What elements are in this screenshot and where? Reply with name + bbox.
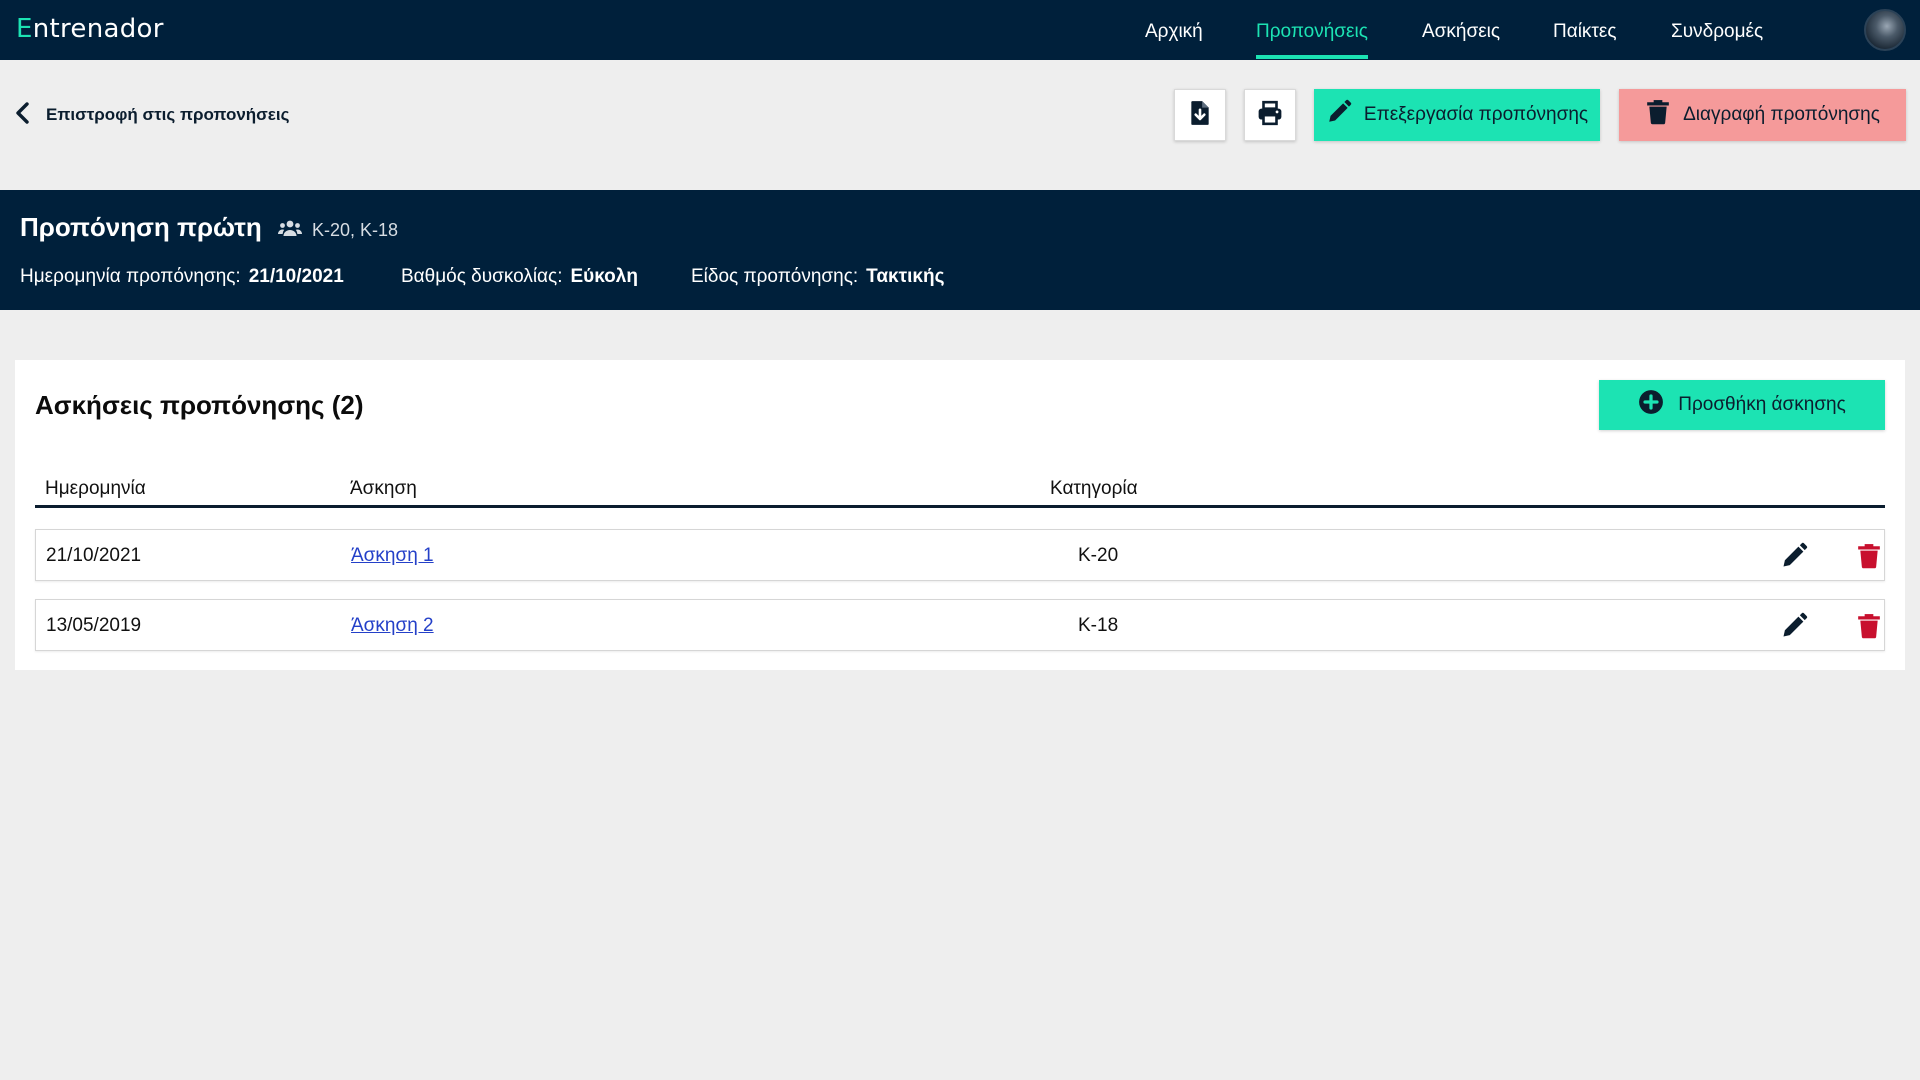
table-row: 13/05/2019 Άσκηση 2 Κ-18 bbox=[35, 599, 1885, 651]
brand-logo-initial: E bbox=[16, 14, 33, 44]
training-difficulty-value: Εύκολη bbox=[570, 266, 638, 287]
add-exercise-label: Προσθήκη άσκησης bbox=[1678, 394, 1846, 415]
column-header-category: Κατηγορία bbox=[1050, 478, 1138, 499]
users-icon bbox=[277, 218, 303, 243]
column-header-date: Ημερομηνία bbox=[45, 478, 146, 499]
training-date-label: Ημερομηνία προπόνησης: bbox=[20, 266, 241, 287]
delete-training-label: Διαγραφή προπόνησης bbox=[1683, 104, 1880, 125]
edit-training-label: Επεξεργασία προπόνησης bbox=[1363, 104, 1589, 125]
exercises-table-header: Ημερομηνία Άσκηση Κατηγορία bbox=[35, 478, 1885, 508]
training-date-value: 21/10/2021 bbox=[248, 266, 344, 287]
edit-exercise-button[interactable] bbox=[1779, 612, 1809, 640]
training-groups: Κ-20, Κ-18 bbox=[277, 218, 399, 243]
training-type-label: Είδος προπόνησης: bbox=[691, 266, 859, 287]
nav-item-home[interactable]: Αρχική bbox=[1145, 0, 1203, 60]
trash-icon bbox=[1856, 544, 1882, 574]
pencil-icon bbox=[1779, 542, 1809, 574]
edit-exercise-button[interactable] bbox=[1779, 542, 1809, 570]
exercises-card: Ασκήσεις προπόνησης (2) Προσθήκη άσκησης… bbox=[15, 360, 1905, 670]
edit-training-button[interactable]: Επεξεργασία προπόνησης bbox=[1314, 89, 1600, 141]
column-header-exercise: Άσκηση bbox=[350, 478, 417, 499]
nav-item-trainings[interactable]: Προπονήσεις bbox=[1256, 0, 1368, 60]
row-exercise: Άσκηση 2 bbox=[351, 615, 434, 637]
print-button[interactable] bbox=[1244, 89, 1296, 141]
pencil-icon bbox=[1326, 99, 1352, 131]
nav-item-players[interactable]: Παίκτες bbox=[1553, 0, 1617, 60]
row-category: Κ-18 bbox=[1078, 615, 1119, 636]
exercise-link[interactable]: Άσκηση 2 bbox=[351, 615, 434, 636]
training-difficulty-label: Βαθμός δυσκολίας: bbox=[401, 266, 563, 287]
print-icon bbox=[1257, 100, 1283, 131]
chevron-left-icon bbox=[14, 101, 32, 129]
training-groups-label: Κ-20, Κ-18 bbox=[312, 220, 399, 240]
table-row: 21/10/2021 Άσκηση 1 Κ-20 bbox=[35, 529, 1885, 581]
download-button[interactable] bbox=[1174, 89, 1226, 141]
back-link-label: Επιστροφή στις προπονήσεις bbox=[46, 105, 290, 124]
nav-item-exercises[interactable]: Ασκήσεις bbox=[1422, 0, 1500, 60]
plus-circle-icon bbox=[1638, 389, 1664, 421]
delete-exercise-button[interactable] bbox=[1856, 612, 1882, 640]
pencil-icon bbox=[1779, 612, 1809, 644]
exercise-link[interactable]: Άσκηση 1 bbox=[351, 545, 434, 566]
top-navbar: Entrenador Αρχική Προπονήσεις Ασκήσεις Π… bbox=[0, 0, 1920, 60]
training-type-value: Τακτικής bbox=[866, 266, 945, 287]
training-title: Προπόνηση πρώτη bbox=[20, 212, 262, 242]
training-type: Είδος προπόνησης: Τακτικής bbox=[691, 266, 944, 288]
delete-training-button[interactable]: Διαγραφή προπόνησης bbox=[1619, 89, 1906, 141]
trash-icon bbox=[1856, 614, 1882, 644]
file-download-icon bbox=[1187, 100, 1213, 131]
row-date: 13/05/2019 bbox=[46, 615, 142, 636]
row-date: 21/10/2021 bbox=[46, 545, 142, 566]
back-to-trainings-link[interactable]: Επιστροφή στις προπονήσεις bbox=[14, 100, 289, 130]
training-date: Ημερομηνία προπόνησης: 21/10/2021 bbox=[20, 266, 344, 288]
brand-logo-text: ntrenador bbox=[32, 14, 164, 44]
brand-logo[interactable]: Entrenador bbox=[16, 14, 164, 44]
training-info-band: Προπόνηση πρώτη Κ-20, Κ-18 Ημερομηνία πρ… bbox=[0, 190, 1920, 310]
nav-item-subscriptions[interactable]: Συνδρομές bbox=[1671, 0, 1763, 60]
trash-icon bbox=[1645, 99, 1671, 131]
row-category: Κ-20 bbox=[1078, 545, 1119, 566]
exercises-title: Ασκήσεις προπόνησης (2) bbox=[35, 390, 364, 420]
delete-exercise-button[interactable] bbox=[1856, 542, 1882, 570]
training-difficulty: Βαθμός δυσκολίας: Εύκολη bbox=[401, 266, 638, 288]
user-avatar[interactable] bbox=[1864, 9, 1906, 51]
add-exercise-button[interactable]: Προσθήκη άσκησης bbox=[1599, 380, 1885, 430]
row-exercise: Άσκηση 1 bbox=[351, 545, 434, 567]
